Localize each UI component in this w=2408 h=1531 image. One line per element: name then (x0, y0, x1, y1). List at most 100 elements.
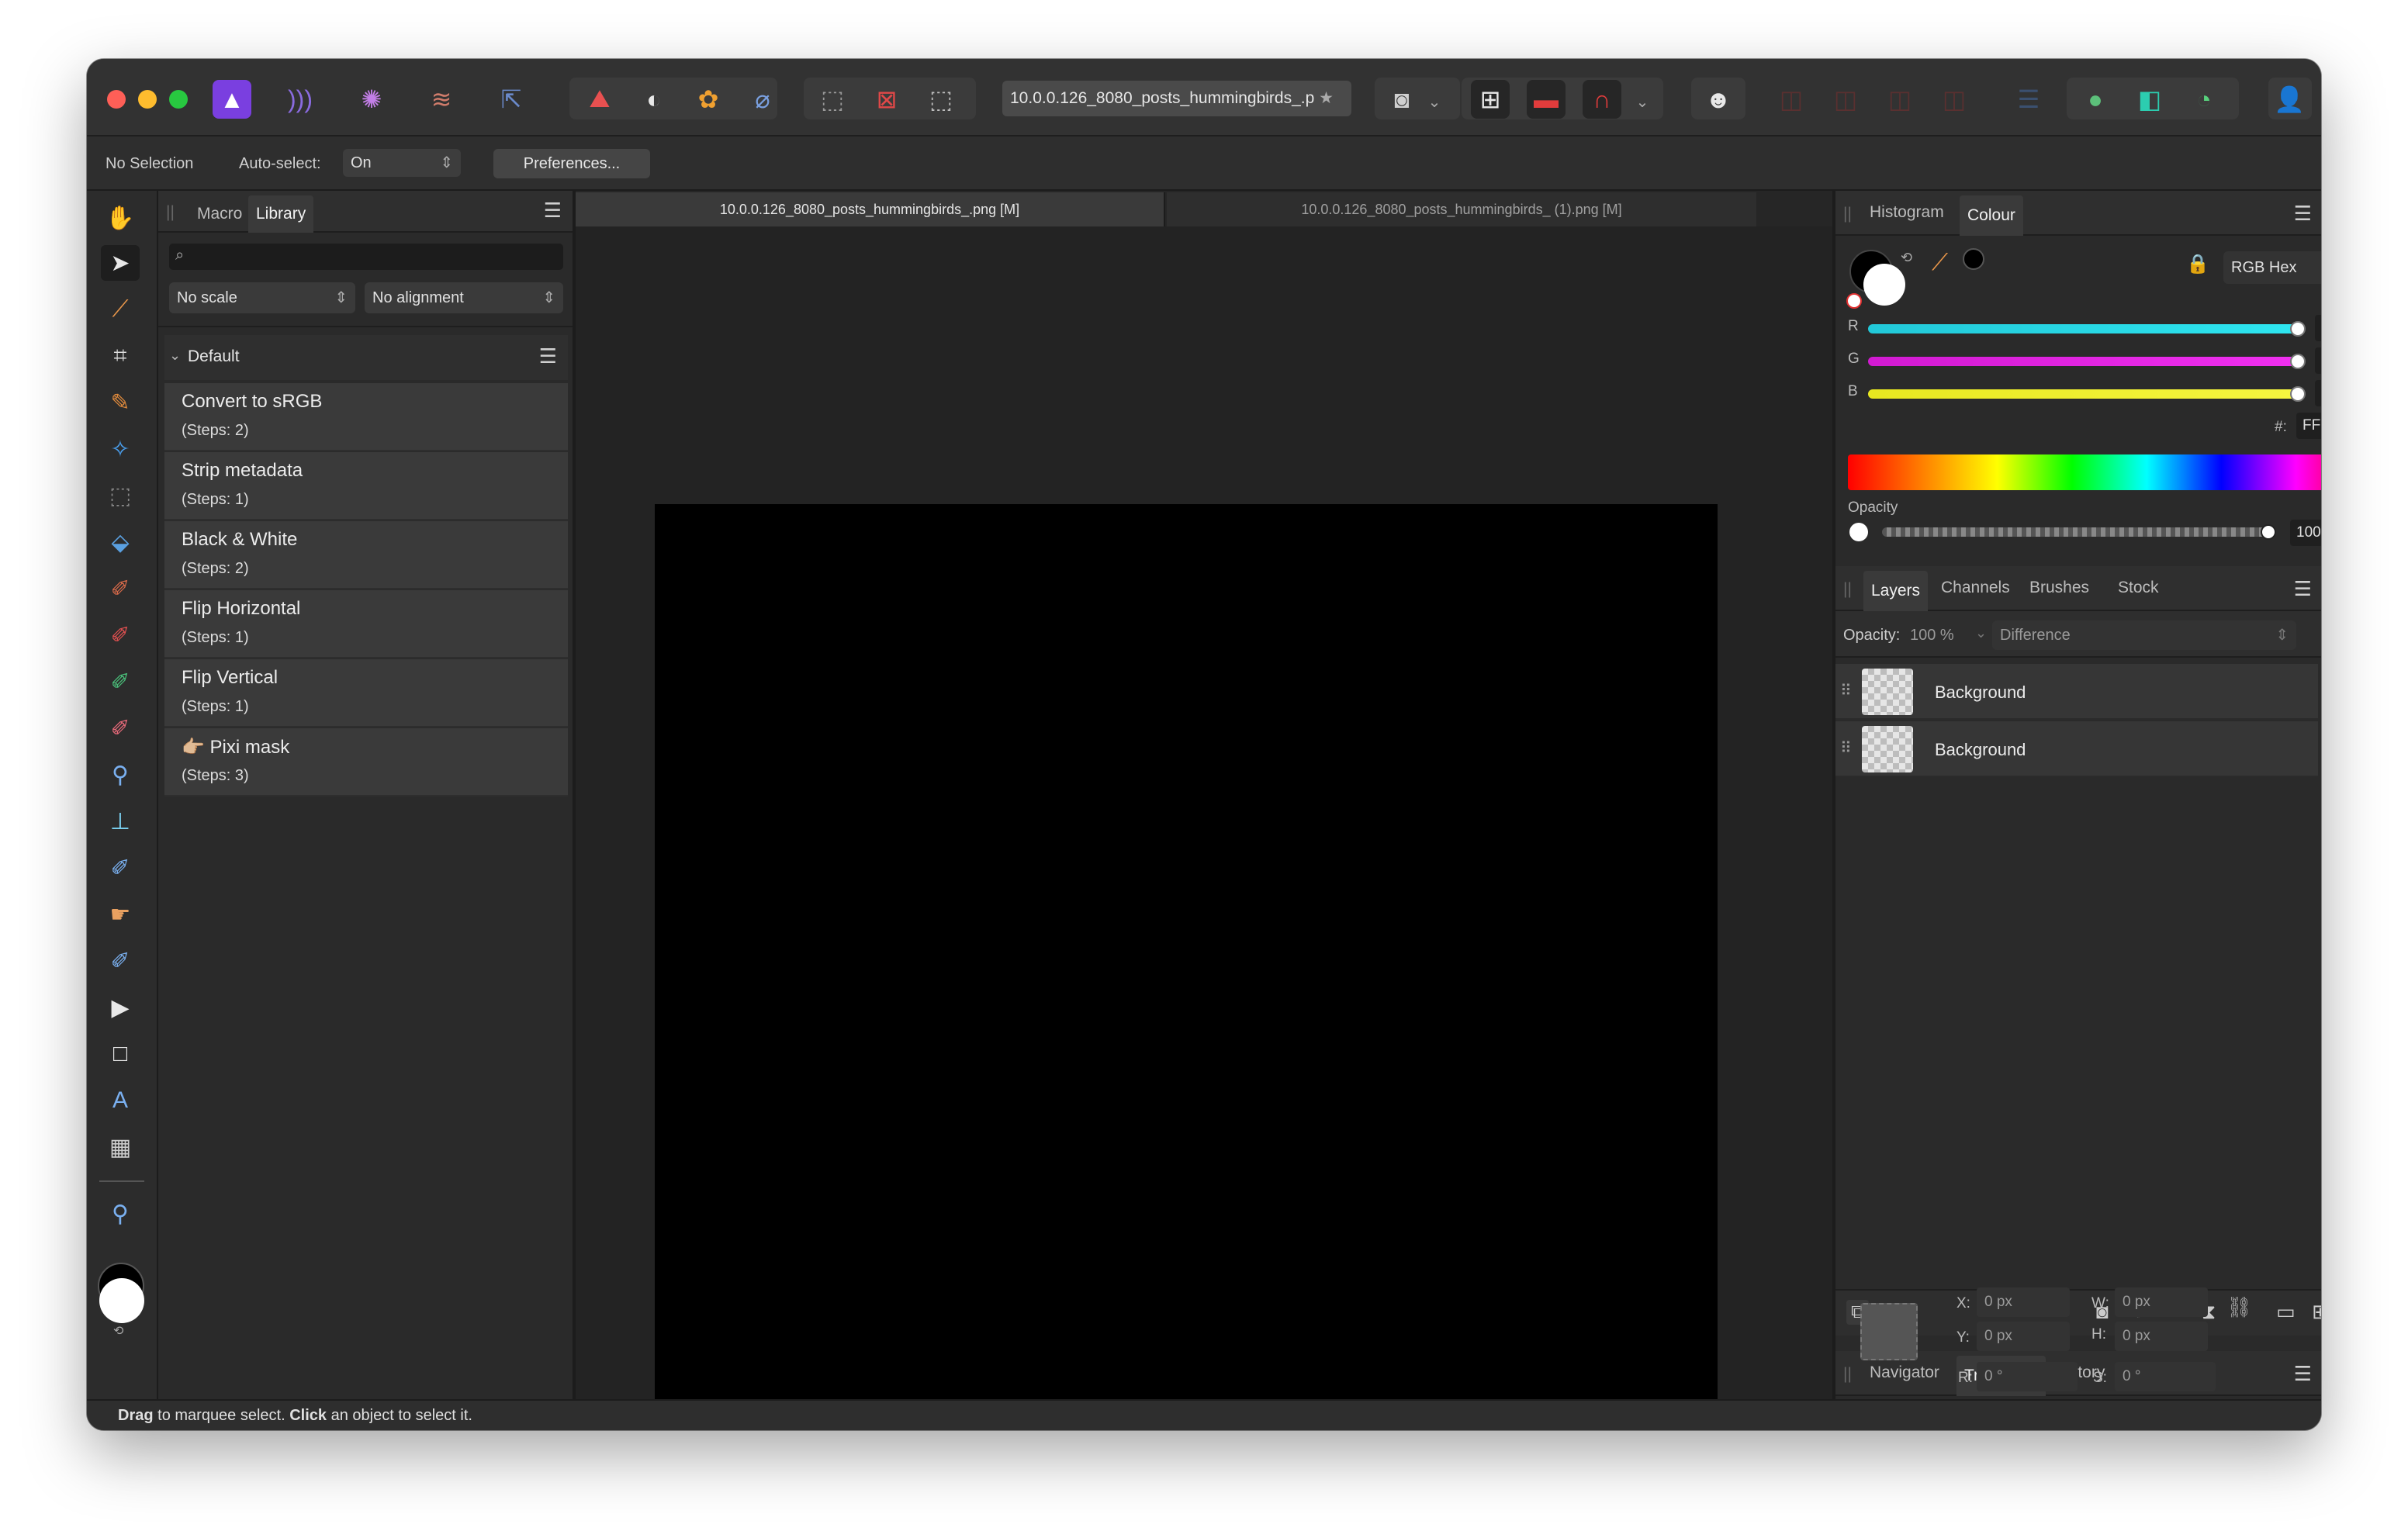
invert-selection-icon[interactable]: ⬚ (922, 80, 960, 119)
eyedropper-icon[interactable]: ⟋ (1932, 250, 1948, 276)
rectangle-tool-icon[interactable]: □ (101, 1036, 140, 1072)
link-icon[interactable]: ⛓ (2226, 1295, 2252, 1319)
auto-contrast-icon[interactable]: ◐ (635, 80, 673, 119)
boolean-subtract-icon[interactable]: ◧ (2130, 80, 2169, 119)
develop-persona-icon[interactable]: ✺ (352, 80, 391, 119)
healing-brush-icon[interactable]: ✐ (101, 850, 140, 886)
category-header[interactable]: ⌄ Default ☰ (164, 335, 568, 380)
category-menu-icon[interactable]: ☰ (539, 344, 557, 368)
minimize-window-button[interactable] (138, 90, 157, 109)
primary-colour-swatch[interactable] (99, 1278, 144, 1323)
crop-icon[interactable]: ⌗ (101, 338, 140, 374)
macro-item[interactable]: Strip metadata (Steps: 1) (164, 452, 568, 520)
clone-stamp-icon[interactable]: ⊥ (101, 804, 140, 839)
zoom-icon[interactable]: ⚲ (101, 1196, 140, 1232)
macro-item[interactable]: 👉🏼 Pixi mask (Steps: 3) (164, 728, 568, 797)
assistant-robot-icon[interactable]: ☻ (1699, 80, 1738, 119)
channel-g-slider[interactable] (1868, 357, 2301, 366)
channel-b-value[interactable]: FF (2315, 380, 2321, 406)
tab-macro[interactable]: Macro (189, 200, 250, 228)
snapping-icon[interactable]: ⊞ (1471, 80, 1510, 119)
s-field[interactable]: 0 ° (2115, 1362, 2216, 1391)
dodge-brush-icon[interactable]: ✐ (101, 664, 140, 700)
layer-lock-icon[interactable]: 🔒 (2320, 735, 2321, 755)
colour-spectrum[interactable] (1848, 454, 2321, 490)
selection-brush-icon[interactable]: ✎ (101, 385, 140, 420)
mesh-warp-icon[interactable]: ▦ (101, 1129, 140, 1165)
macro-item[interactable]: Flip Vertical (Steps: 1) (164, 659, 568, 727)
picked-colour-swatch[interactable] (1963, 248, 1984, 270)
panel-menu-icon[interactable]: ☰ (2294, 202, 2312, 226)
magic-wand-icon[interactable]: ✧ (101, 431, 140, 467)
document-tab-1[interactable]: 10.0.0.126_8080_posts_hummingbirds_.png … (576, 192, 1165, 226)
tone-mapping-persona-icon[interactable]: ≋ (422, 80, 461, 119)
inpainting-brush-icon[interactable]: ✐ (101, 943, 140, 979)
image-canvas[interactable] (655, 504, 1718, 1399)
preferences-button[interactable]: Preferences... (493, 149, 650, 178)
macro-item[interactable]: Convert to sRGB (Steps: 2) (164, 383, 568, 451)
channel-b-knob[interactable] (2290, 386, 2306, 402)
tab-layers[interactable]: Layers (1863, 571, 1929, 611)
colour-picker-icon[interactable]: ⟋ (101, 292, 140, 327)
h-field[interactable]: 0 px (2115, 1322, 2208, 1351)
chevron-down-icon[interactable]: ⌄ (1423, 82, 1446, 121)
tab-stock[interactable]: Stock (2118, 579, 2159, 597)
layer-row[interactable]: ⠿ Background 🔒 (1835, 721, 2321, 777)
x-field[interactable]: 0 px (1977, 1287, 2070, 1317)
document-title-field[interactable]: 10.0.0.126_8080_posts_hummingbirds_.p ★ (1002, 81, 1351, 116)
swap-colours-icon[interactable]: ⟲ (1901, 250, 1912, 266)
smudge-icon[interactable]: ☛ (101, 897, 140, 932)
channel-r-knob[interactable] (2290, 321, 2306, 337)
erase-brush-icon[interactable]: ✐ (101, 617, 140, 653)
zoom-window-button[interactable] (169, 90, 188, 109)
boolean-add-icon[interactable]: ● (2076, 80, 2115, 119)
document-tab-2[interactable]: 10.0.0.126_8080_posts_hummingbirds_ (1).… (1167, 192, 1756, 226)
fill-colour-swatch[interactable] (1863, 264, 1905, 306)
photo-persona-icon[interactable]: ▲ (213, 80, 251, 119)
no-colour-icon[interactable] (1846, 293, 1862, 309)
channel-g-value[interactable]: FF (2315, 347, 2321, 374)
y-field[interactable]: 0 px (1977, 1322, 2070, 1351)
select-all-icon[interactable]: ⬚ (813, 80, 852, 119)
channel-r-slider[interactable] (1868, 324, 2301, 334)
blend-mode-dropdown[interactable]: Difference ⇕ (1992, 620, 2296, 650)
channel-b-slider[interactable] (1868, 389, 2301, 399)
user-account-icon[interactable]: 👤 (2270, 80, 2309, 119)
blur-brush-icon[interactable]: ⚲ (101, 757, 140, 793)
auto-select-dropdown[interactable]: On ⇕ (343, 149, 461, 177)
opacity-slider[interactable] (1882, 527, 2270, 537)
paint-brush-icon[interactable]: ✐ (101, 571, 140, 607)
macro-item[interactable]: Black & White (Steps: 2) (164, 521, 568, 589)
hand-icon[interactable]: ✋ (101, 200, 140, 236)
r-field[interactable]: 0 ° (1977, 1362, 2078, 1391)
levels-icon[interactable]: ⛰ (580, 80, 619, 119)
marquee-icon[interactable]: ⬚ (101, 478, 140, 513)
export-persona-icon[interactable]: ⇱ (492, 80, 531, 119)
force-pixel-alignment-icon[interactable]: ▬ (1527, 80, 1566, 119)
alignment-icon[interactable]: ☰ (2009, 80, 2048, 119)
move-back-icon[interactable]: ◫ (1826, 80, 1865, 119)
layer-opacity-value[interactable]: 100 % (1910, 627, 1954, 645)
tab-channels[interactable]: Channels (1941, 579, 2010, 597)
move-forward-icon[interactable]: ◫ (1880, 80, 1919, 119)
move-tool-icon[interactable]: ➤ (101, 245, 140, 281)
tab-library[interactable]: Library (248, 195, 314, 233)
panel-menu-icon[interactable]: ☰ (544, 199, 562, 223)
channel-r-value[interactable]: FF (2315, 315, 2321, 341)
scale-dropdown[interactable]: No scale ⇕ (169, 282, 355, 313)
tab-histogram[interactable]: Histogram (1870, 203, 1944, 222)
move-to-front-icon[interactable]: ◫ (1935, 80, 1974, 119)
swap-colours-icon[interactable]: ⟲ (113, 1323, 123, 1339)
flood-fill-icon[interactable]: ⬙ (101, 524, 140, 560)
close-window-button[interactable] (107, 90, 126, 109)
lock-icon[interactable]: 🔒 (2186, 253, 2209, 275)
w-field[interactable]: 0 px (2115, 1287, 2208, 1317)
liquify-persona-icon[interactable]: ))) (281, 80, 320, 119)
magnet-icon[interactable]: ∩ (1583, 80, 1621, 119)
anchor-point-selector[interactable] (1860, 1303, 1918, 1360)
tab-colour[interactable]: Colour (1960, 195, 2023, 236)
node-tool-icon[interactable]: ▶ (101, 990, 140, 1025)
auto-colour-icon[interactable]: ✿ (689, 80, 728, 119)
macro-item[interactable]: Flip Horizontal (Steps: 1) (164, 590, 568, 658)
channel-g-knob[interactable] (2290, 354, 2306, 369)
